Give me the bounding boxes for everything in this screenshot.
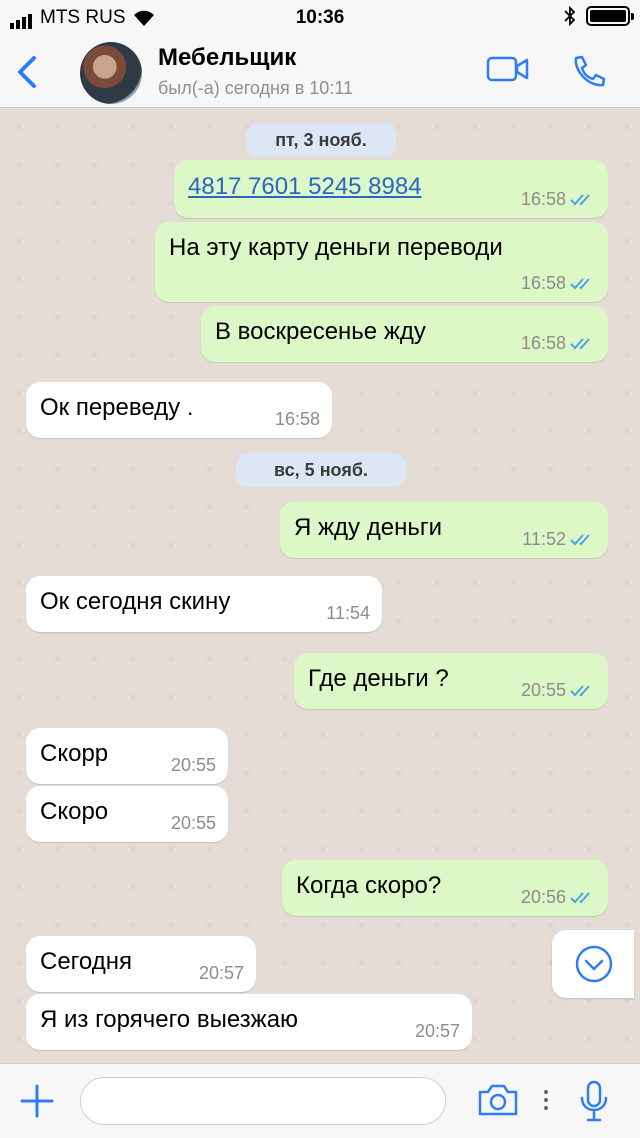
date-separator: пт, 3 нояб. bbox=[246, 123, 396, 157]
message-time: 20:56 bbox=[520, 887, 566, 907]
card-number-link[interactable]: 4817 7601 5245 8984 bbox=[188, 173, 422, 201]
message-text: Скоро bbox=[40, 798, 109, 825]
message-text: В воскресенье жду bbox=[215, 318, 426, 345]
message-outgoing[interactable]: Когда скоро? 20:56 bbox=[282, 860, 608, 916]
double-check-icon bbox=[570, 891, 590, 903]
scroll-down-button[interactable] bbox=[552, 930, 634, 998]
chat-area[interactable]: пт, 3 нояб. 4817 7601 5245 8984 16:58 На… bbox=[0, 108, 640, 1063]
double-check-icon bbox=[570, 193, 590, 205]
message-outgoing[interactable]: Где деньги ? 20:55 bbox=[294, 653, 608, 709]
message-time: 11:54 bbox=[326, 603, 370, 623]
message-time: 20:57 bbox=[414, 1021, 460, 1041]
mic-icon[interactable] bbox=[578, 1080, 610, 1122]
video-call-icon[interactable] bbox=[486, 54, 530, 84]
clock: 10:36 bbox=[295, 7, 345, 28]
message-time: 16:58 bbox=[520, 189, 566, 209]
message-incoming[interactable]: Ок сегодня скину 11:54 bbox=[26, 576, 382, 632]
date-separator: вс, 5 нояб. bbox=[236, 453, 406, 487]
message-outgoing[interactable]: На эту карту деньги переводи 16:58 bbox=[155, 222, 608, 302]
message-incoming[interactable]: Я из горячего выезжаю 20:57 bbox=[26, 994, 472, 1050]
double-check-icon bbox=[570, 533, 590, 545]
message-time: 20:57 bbox=[198, 963, 244, 983]
message-outgoing[interactable]: Я жду деньги 11:52 bbox=[280, 502, 608, 558]
battery-icon bbox=[586, 6, 634, 26]
double-check-icon bbox=[570, 277, 590, 289]
message-text: Сегодня bbox=[40, 948, 132, 975]
last-seen: был(-а) сегодня в 10:11 bbox=[158, 78, 354, 98]
message-text: Я из горячего выезжаю bbox=[40, 1006, 299, 1033]
message-outgoing[interactable]: 4817 7601 5245 8984 16:58 bbox=[174, 160, 608, 218]
camera-icon[interactable] bbox=[476, 1082, 520, 1118]
message-text: На эту карту деньги переводи bbox=[169, 234, 503, 261]
message-text: Где деньги ? bbox=[308, 665, 449, 692]
message-time: 20:55 bbox=[170, 755, 216, 775]
message-text: Ок сегодня скину bbox=[40, 588, 231, 615]
message-time: 16:58 bbox=[274, 409, 320, 429]
avatar[interactable] bbox=[80, 42, 142, 104]
message-incoming[interactable]: Сегодня 20:57 bbox=[26, 936, 256, 992]
message-incoming[interactable]: Скоро 20:55 bbox=[26, 786, 228, 842]
message-time: 20:55 bbox=[170, 813, 216, 833]
input-bar bbox=[0, 1063, 640, 1138]
plus-icon[interactable] bbox=[18, 1082, 56, 1120]
message-text: Скорр bbox=[40, 740, 109, 767]
double-check-icon bbox=[570, 684, 590, 696]
message-text: Я жду деньги bbox=[294, 514, 442, 541]
phone-call-icon[interactable] bbox=[570, 54, 606, 90]
message-time: 16:58 bbox=[520, 333, 566, 353]
message-time: 11:52 bbox=[522, 529, 566, 549]
back-chevron-icon[interactable] bbox=[12, 52, 42, 92]
scroll-down-icon bbox=[575, 945, 613, 983]
message-text: Ок переведу . bbox=[40, 394, 194, 421]
message-incoming[interactable]: Ок переведу . 16:58 bbox=[26, 382, 332, 438]
status-bar: MTS RUS 10:36 bbox=[0, 0, 640, 36]
message-input[interactable] bbox=[80, 1077, 446, 1125]
double-check-icon bbox=[570, 337, 590, 349]
contact-name[interactable]: Мебельщик bbox=[158, 44, 296, 72]
message-text: Когда скоро? bbox=[296, 872, 442, 899]
more-dots-icon bbox=[544, 1090, 548, 1110]
bluetooth-icon bbox=[564, 6, 576, 26]
chat-header: Мебельщик был(-а) сегодня в 10:11 bbox=[0, 36, 640, 108]
message-outgoing[interactable]: В воскресенье жду 16:58 bbox=[201, 306, 608, 362]
message-time: 16:58 bbox=[520, 273, 566, 293]
message-time: 20:55 bbox=[520, 680, 566, 700]
message-incoming[interactable]: Скорр 20:55 bbox=[26, 728, 228, 784]
